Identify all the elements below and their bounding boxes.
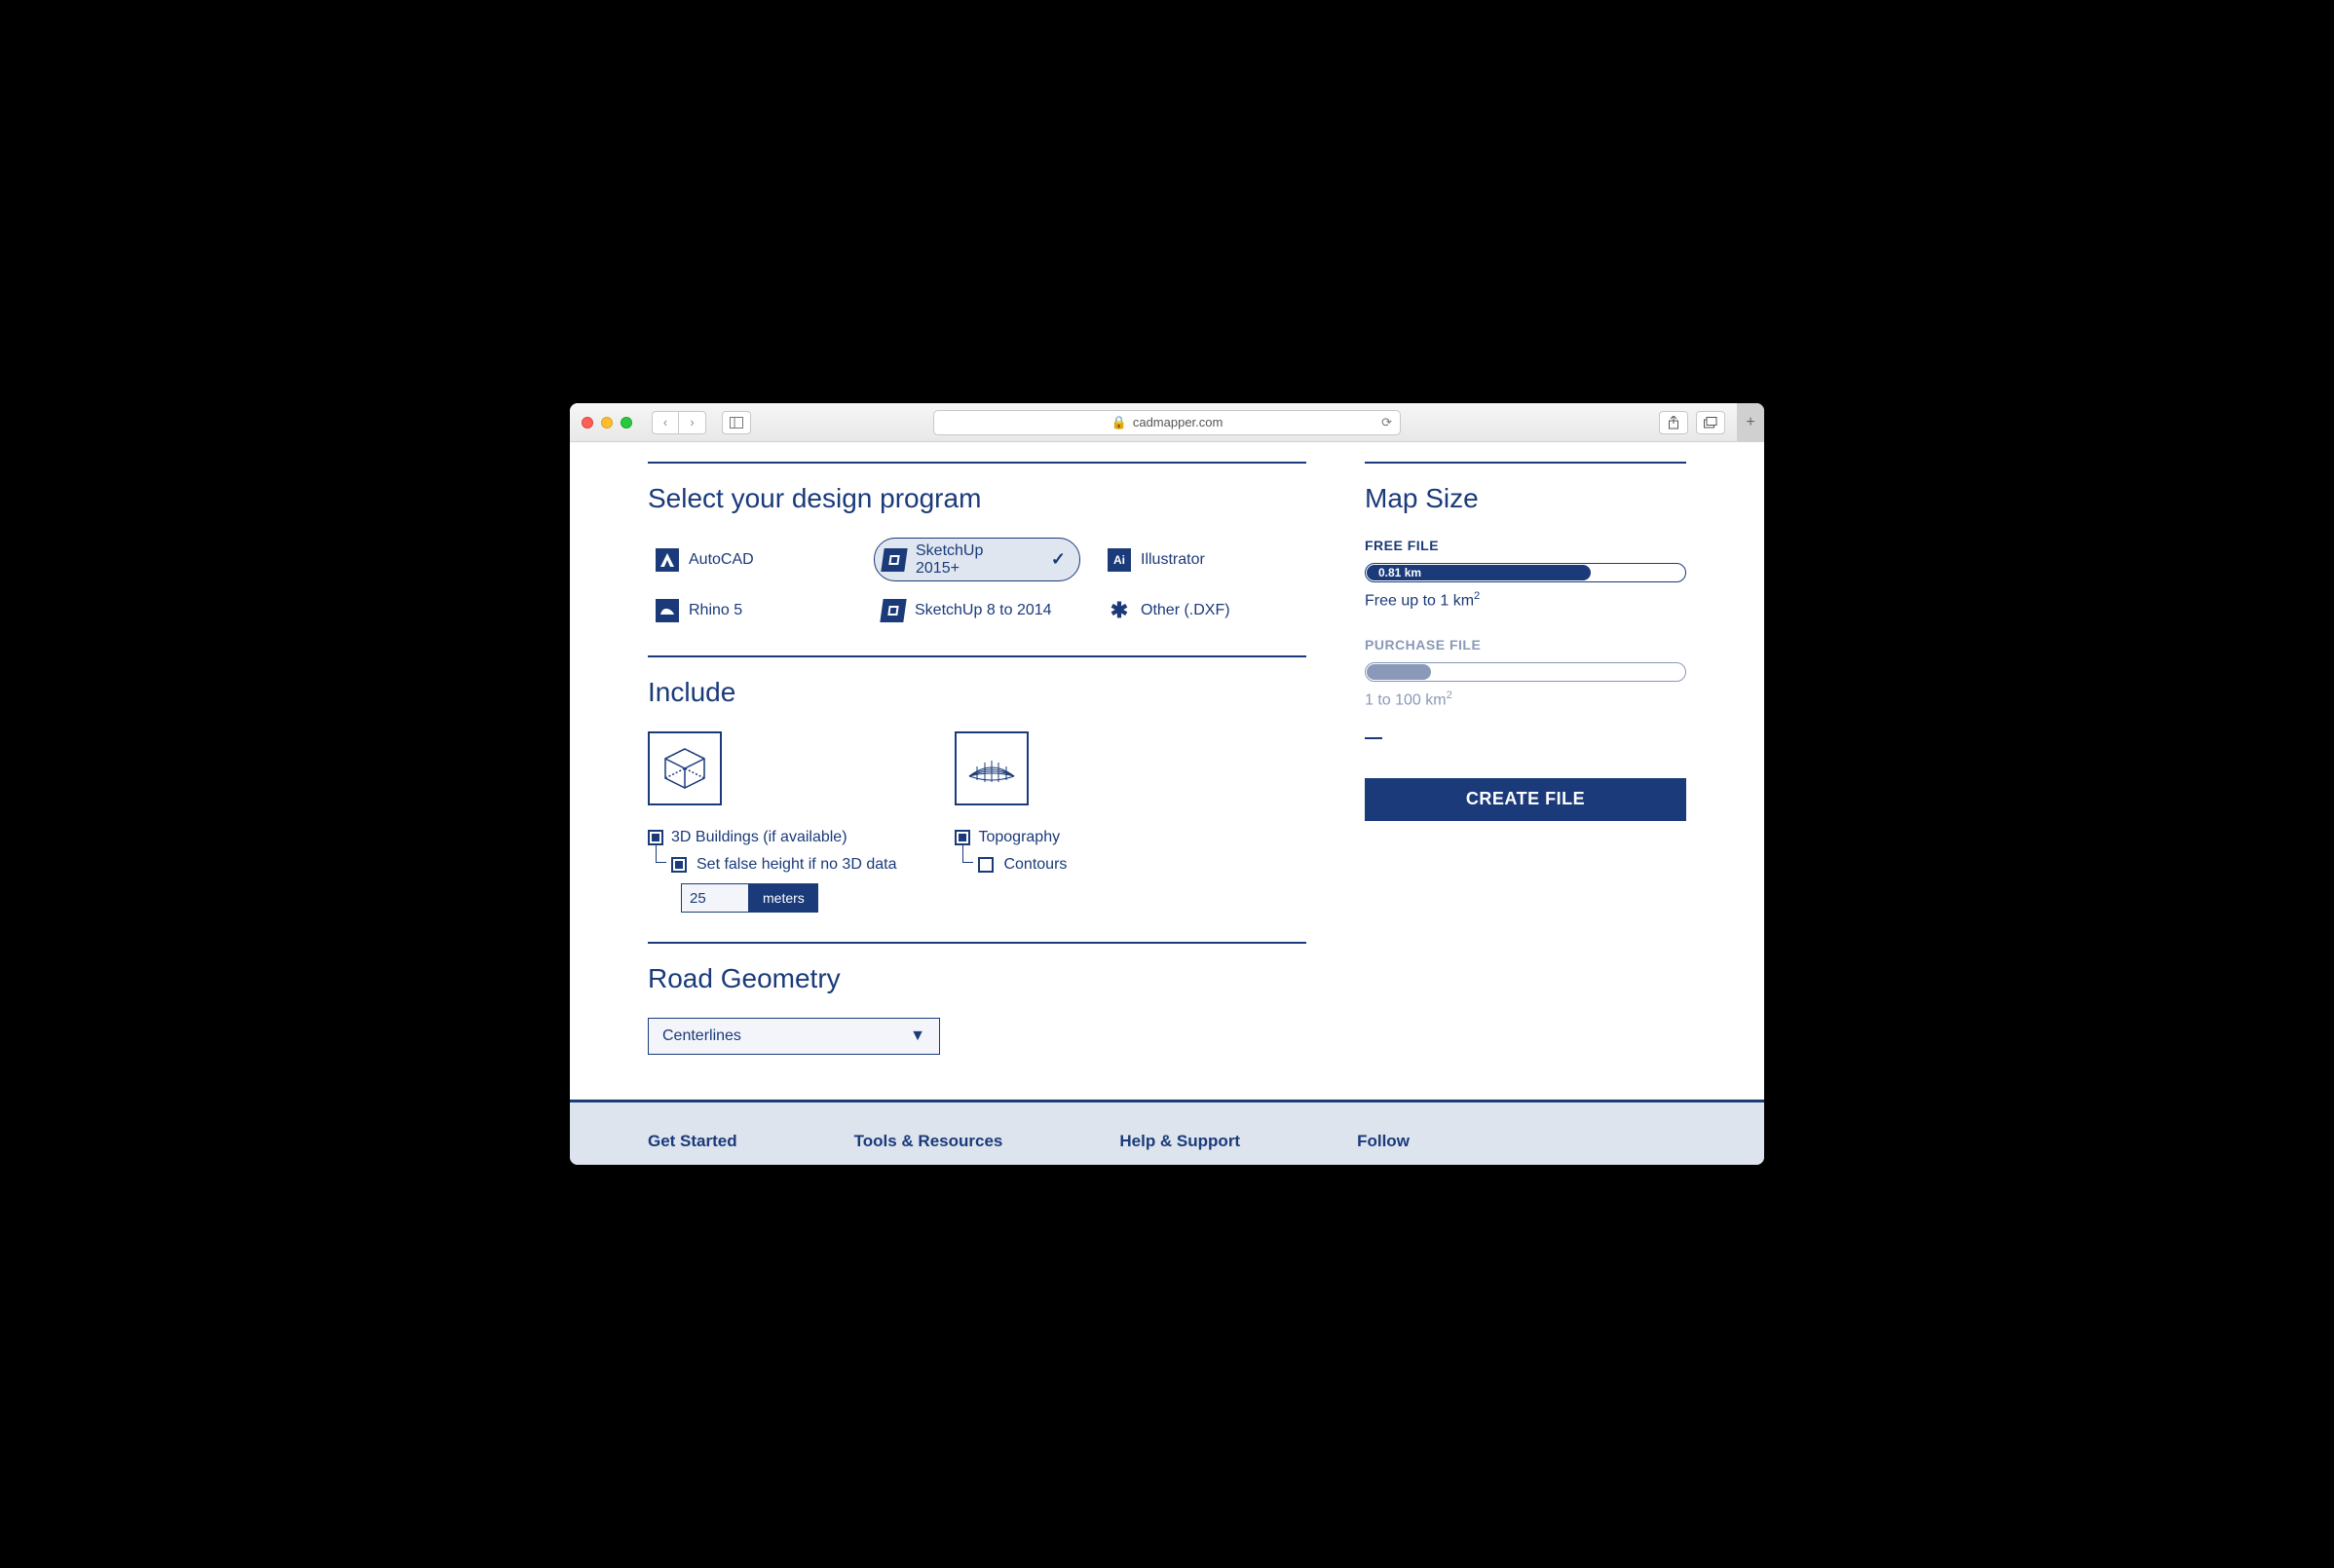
buildings-icon [648,731,722,805]
topography-label: Topography [978,829,1060,846]
address-bar[interactable]: 🔒 cadmapper.com ⟳ [933,410,1401,435]
footer-col-get-started[interactable]: Get Started [648,1132,737,1151]
url-text: cadmapper.com [1133,415,1223,429]
include-title: Include [648,677,1306,708]
program-autocad[interactable]: AutoCAD [648,538,854,581]
divider [1365,462,1686,464]
false-height-label: Set false height if no 3D data [696,856,896,874]
autocad-icon [656,548,679,572]
purchase-file-slider[interactable] [1365,662,1686,682]
window-controls [582,417,632,429]
dash-divider [1365,737,1382,739]
maximize-icon[interactable] [621,417,632,429]
map-size-title: Map Size [1365,483,1686,514]
program-rhino[interactable]: Rhino 5 [648,595,854,626]
buildings-label: 3D Buildings (if available) [671,829,847,846]
free-file-slider[interactable]: 0.81 km [1365,563,1686,582]
footer-col-tools[interactable]: Tools & Resources [854,1132,1003,1151]
purchase-file-note: 1 to 100 km2 [1365,690,1686,709]
share-button[interactable] [1659,411,1688,434]
topography-icon [955,731,1029,805]
chevron-down-icon: ▼ [910,1027,925,1045]
road-geometry-select[interactable]: Centerlines ▼ [648,1018,940,1055]
divider [648,942,1306,944]
rhino-icon [656,599,679,622]
close-icon[interactable] [582,417,593,429]
contours-checkbox[interactable] [978,857,994,873]
include-topography: Topography Contours [955,731,1067,913]
new-tab-button[interactable]: + [1737,403,1764,442]
lock-icon: 🔒 [1111,415,1127,430]
contours-label: Contours [1003,856,1067,874]
divider [648,655,1306,657]
free-file-value: 0.81 km [1378,566,1421,579]
asterisk-icon: ✱ [1108,599,1131,622]
browser-window: ‹ › 🔒 cadmapper.com ⟳ + Select your desi… [570,403,1764,1165]
program-illustrator[interactable]: Ai Illustrator [1100,538,1306,581]
free-file-note: Free up to 1 km2 [1365,590,1686,610]
program-sketchup-2015[interactable]: SketchUp 2015+ ✓ [874,538,1080,581]
titlebar: ‹ › 🔒 cadmapper.com ⟳ + [570,403,1764,442]
select-program-title: Select your design program [648,483,1306,514]
check-icon: ✓ [1051,549,1066,570]
create-file-button[interactable]: CREATE FILE [1365,778,1686,821]
purchase-file-label: PURCHASE FILE [1365,637,1686,653]
false-height-checkbox[interactable] [671,857,687,873]
buildings-checkbox[interactable] [648,830,663,845]
footer-col-follow[interactable]: Follow [1357,1132,1410,1151]
program-other-dxf[interactable]: ✱ Other (.DXF) [1100,595,1306,626]
free-file-label: FREE FILE [1365,538,1686,553]
minimize-icon[interactable] [601,417,613,429]
divider [648,462,1306,464]
topography-checkbox[interactable] [955,830,970,845]
footer-col-help[interactable]: Help & Support [1119,1132,1240,1151]
show-sidebar-button[interactable] [722,411,751,434]
footer: Get Started Tools & Resources Help & Sup… [570,1100,1764,1165]
forward-button[interactable]: › [679,411,706,434]
height-unit: meters [749,883,818,913]
sketchup-icon [880,599,906,622]
sketchup-icon [881,548,907,572]
illustrator-icon: Ai [1108,548,1131,572]
height-input[interactable] [681,883,749,913]
program-sketchup-8[interactable]: SketchUp 8 to 2014 [874,595,1080,626]
road-geometry-value: Centerlines [662,1027,741,1045]
tabs-button[interactable] [1696,411,1725,434]
reload-icon[interactable]: ⟳ [1381,415,1392,430]
road-geometry-title: Road Geometry [648,963,1306,994]
back-button[interactable]: ‹ [652,411,679,434]
program-grid: AutoCAD SketchUp 2015+ ✓ Ai Illus [648,538,1306,626]
include-buildings: 3D Buildings (if available) Set false he… [648,731,896,913]
